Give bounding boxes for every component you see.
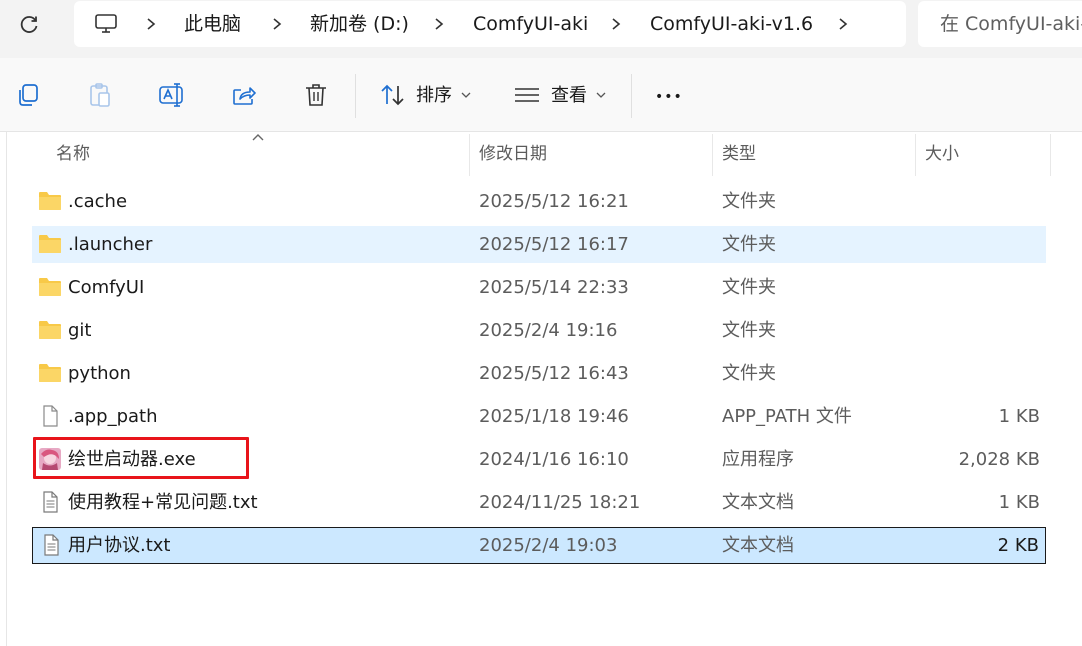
file-type: 文本文档 — [722, 492, 794, 513]
table-row[interactable]: 绘世启动器.exe 2024/1/16 16:10 应用程序 2,028 KB — [32, 441, 1046, 478]
file-date: 2025/5/14 22:33 — [479, 277, 629, 298]
more-options-button[interactable]: ••• — [655, 83, 683, 111]
chevron-right-icon[interactable] — [609, 15, 623, 33]
file-date: 2025/1/18 19:46 — [479, 406, 629, 427]
column-header-type[interactable]: 类型 — [722, 132, 756, 176]
file-type: 文件夹 — [722, 363, 776, 384]
file-name: 绘世启动器.exe — [68, 449, 196, 470]
sort-ascending-icon — [252, 134, 264, 141]
folder-icon — [39, 235, 61, 253]
table-row[interactable]: .cache 2025/5/12 16:21 文件夹 — [32, 183, 1046, 220]
table-row[interactable]: ComfyUI 2025/5/14 22:33 文件夹 — [32, 269, 1046, 306]
pane-divider — [6, 132, 7, 646]
copy-button[interactable] — [13, 80, 43, 110]
table-row[interactable]: .app_path 2025/1/18 19:46 APP_PATH 文件 1 … — [32, 398, 1046, 435]
sort-icon — [381, 84, 404, 106]
breadcrumb-item-this-pc[interactable]: 此电脑 — [184, 1, 241, 47]
file-type: 文件夹 — [722, 191, 776, 212]
chevron-down-icon[interactable] — [461, 91, 471, 99]
folder-icon — [39, 192, 61, 210]
file-size: 1 KB — [998, 406, 1040, 427]
chevron-right-icon[interactable] — [270, 15, 284, 33]
delete-button[interactable] — [301, 80, 331, 110]
share-icon — [233, 87, 256, 105]
chevron-right-icon[interactable] — [432, 15, 446, 33]
app-exe-icon — [39, 448, 61, 470]
file-date: 2025/5/12 16:43 — [479, 363, 629, 384]
file-size: 1 KB — [998, 492, 1040, 513]
blank-file-icon — [43, 405, 58, 427]
file-name: .app_path — [68, 406, 158, 427]
address-bar-area: 此电脑 新加卷 (D:) ComfyUI-aki ComfyUI-aki-v1.… — [0, 0, 1082, 58]
file-type: 应用程序 — [722, 449, 794, 470]
file-name: .cache — [68, 191, 128, 212]
trash-icon — [306, 84, 326, 106]
folder-icon — [39, 278, 61, 296]
file-size: 2 KB — [997, 535, 1039, 556]
view-button[interactable]: 查看 — [551, 82, 587, 110]
refresh-button[interactable] — [14, 10, 44, 40]
file-name: 使用教程+常见问题.txt — [68, 492, 258, 513]
rename-icon — [159, 83, 183, 107]
chevron-down-icon[interactable] — [596, 91, 606, 99]
file-type: APP_PATH 文件 — [722, 406, 852, 427]
folder-icon — [39, 321, 61, 339]
computer-icon — [95, 14, 117, 33]
paste-icon — [90, 83, 110, 107]
refresh-icon — [20, 16, 38, 33]
rename-button[interactable] — [157, 80, 187, 110]
copy-icon — [19, 84, 38, 106]
table-row-selected[interactable]: 用户协议.txt 2025/2/4 19:03 文本文档 2 KB — [32, 527, 1046, 564]
table-row[interactable]: 使用教程+常见问题.txt 2024/11/25 18:21 文本文档 1 KB — [32, 484, 1046, 521]
table-row[interactable]: .launcher 2025/5/12 16:17 文件夹 — [32, 226, 1046, 263]
file-list: 名称 修改日期 类型 大小 .cache 2025/5/12 16:21 文件夹… — [0, 132, 1082, 646]
column-header-date[interactable]: 修改日期 — [479, 132, 547, 176]
chevron-right-icon[interactable] — [836, 15, 850, 33]
toolbar-separator — [631, 74, 632, 118]
breadcrumb-item-comfyui-aki[interactable]: ComfyUI-aki — [473, 1, 588, 47]
folder-icon — [39, 364, 61, 382]
breadcrumb-item-comfyui-aki-v16[interactable]: ComfyUI-aki-v1.6 — [650, 1, 813, 47]
file-date: 2024/11/25 18:21 — [479, 492, 641, 513]
file-size: 2,028 KB — [958, 449, 1040, 470]
file-name: .launcher — [68, 234, 153, 255]
file-name: 用户协议.txt — [68, 535, 171, 556]
view-icon-wrap[interactable] — [512, 80, 542, 110]
toolbar-separator — [355, 74, 356, 118]
column-header-name[interactable]: 名称 — [56, 132, 90, 176]
column-separator[interactable] — [469, 134, 470, 176]
column-separator[interactable] — [1050, 134, 1051, 176]
chevron-right-icon[interactable] — [144, 15, 158, 33]
sort-icon-wrap[interactable] — [378, 80, 408, 110]
view-list-icon — [515, 88, 539, 102]
file-name: ComfyUI — [68, 277, 145, 298]
text-file-icon — [43, 491, 58, 513]
text-file-icon — [44, 534, 59, 556]
column-separator[interactable] — [915, 134, 916, 176]
file-date: 2024/1/16 16:10 — [479, 449, 629, 470]
file-date: 2025/2/4 19:03 — [479, 535, 618, 556]
breadcrumb[interactable]: 此电脑 新加卷 (D:) ComfyUI-aki ComfyUI-aki-v1.… — [74, 1, 906, 47]
table-row[interactable]: git 2025/2/4 19:16 文件夹 — [32, 312, 1046, 349]
file-name: git — [68, 320, 92, 341]
file-date: 2025/5/12 16:21 — [479, 191, 629, 212]
file-date: 2025/2/4 19:16 — [479, 320, 618, 341]
file-type: 文件夹 — [722, 277, 776, 298]
breadcrumb-item-drive-d[interactable]: 新加卷 (D:) — [310, 1, 409, 47]
command-bar: 排序 查看 ••• — [0, 58, 1082, 132]
search-input[interactable]: 在 ComfyUI-aki-v1.6 中搜索 — [918, 1, 1082, 47]
file-type: 文本文档 — [722, 535, 794, 556]
table-row[interactable]: python 2025/5/12 16:43 文件夹 — [32, 355, 1046, 392]
file-type: 文件夹 — [722, 320, 776, 341]
sort-button[interactable]: 排序 — [416, 82, 452, 110]
paste-button[interactable] — [85, 80, 115, 110]
file-date: 2025/5/12 16:17 — [479, 234, 629, 255]
share-button[interactable] — [229, 80, 259, 110]
column-header-size[interactable]: 大小 — [925, 132, 959, 176]
column-separator[interactable] — [712, 134, 713, 176]
file-name: python — [68, 363, 131, 384]
file-type: 文件夹 — [722, 234, 776, 255]
